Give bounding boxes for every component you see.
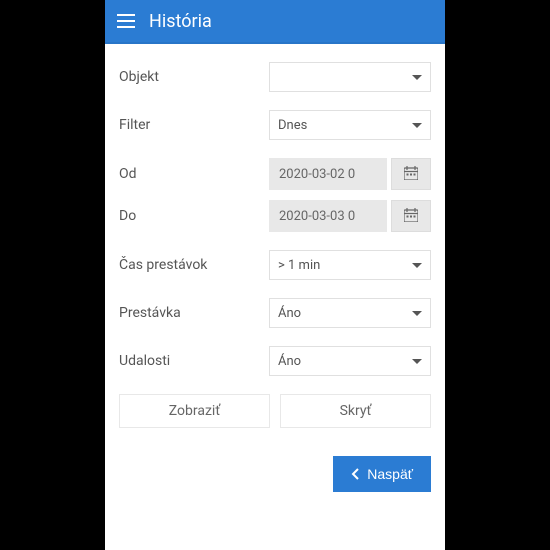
row-object: Objekt bbox=[119, 62, 431, 92]
menu-icon[interactable] bbox=[117, 14, 135, 28]
label-from: Od bbox=[119, 166, 269, 182]
select-breaks-time[interactable]: > 1 min bbox=[269, 250, 431, 280]
app-window: História Objekt Filter Dnes Od bbox=[105, 0, 445, 550]
row-events: Udalosti Áno bbox=[119, 346, 431, 376]
label-breaks-time: Čas prestávok bbox=[119, 257, 269, 273]
action-buttons: Zobraziť Skryť bbox=[119, 394, 431, 428]
chevron-down-icon bbox=[412, 75, 422, 80]
chevron-left-icon bbox=[351, 468, 359, 480]
hide-button[interactable]: Skryť bbox=[280, 394, 431, 428]
page-title: História bbox=[149, 11, 212, 32]
label-break: Prestávka bbox=[119, 305, 269, 321]
label-to: Do bbox=[119, 208, 269, 224]
form-content: Objekt Filter Dnes Od 2020-03-02 0 bbox=[105, 44, 445, 550]
row-from: Od 2020-03-02 0 bbox=[119, 158, 431, 190]
back-row: Naspäť bbox=[119, 456, 431, 492]
input-from[interactable]: 2020-03-02 0 bbox=[269, 158, 387, 190]
label-filter: Filter bbox=[119, 117, 269, 133]
calendar-icon bbox=[404, 207, 418, 226]
chevron-down-icon bbox=[412, 359, 422, 364]
chevron-down-icon bbox=[412, 263, 422, 268]
label-events: Udalosti bbox=[119, 353, 269, 369]
select-break[interactable]: Áno bbox=[269, 298, 431, 328]
input-to[interactable]: 2020-03-03 0 bbox=[269, 200, 387, 232]
chevron-down-icon bbox=[412, 311, 422, 316]
select-events[interactable]: Áno bbox=[269, 346, 431, 376]
row-to: Do 2020-03-03 0 bbox=[119, 200, 431, 232]
calendar-button-to[interactable] bbox=[391, 200, 431, 232]
chevron-down-icon bbox=[412, 123, 422, 128]
select-object[interactable] bbox=[269, 62, 431, 92]
row-break: Prestávka Áno bbox=[119, 298, 431, 328]
back-button[interactable]: Naspäť bbox=[333, 456, 431, 492]
row-breaks-time: Čas prestávok > 1 min bbox=[119, 250, 431, 280]
row-filter: Filter Dnes bbox=[119, 110, 431, 140]
back-button-label: Naspäť bbox=[367, 466, 413, 482]
label-object: Objekt bbox=[119, 69, 269, 85]
select-filter[interactable]: Dnes bbox=[269, 110, 431, 140]
calendar-icon bbox=[404, 165, 418, 184]
show-button[interactable]: Zobraziť bbox=[119, 394, 270, 428]
header-bar: História bbox=[105, 0, 445, 44]
calendar-button-from[interactable] bbox=[391, 158, 431, 190]
